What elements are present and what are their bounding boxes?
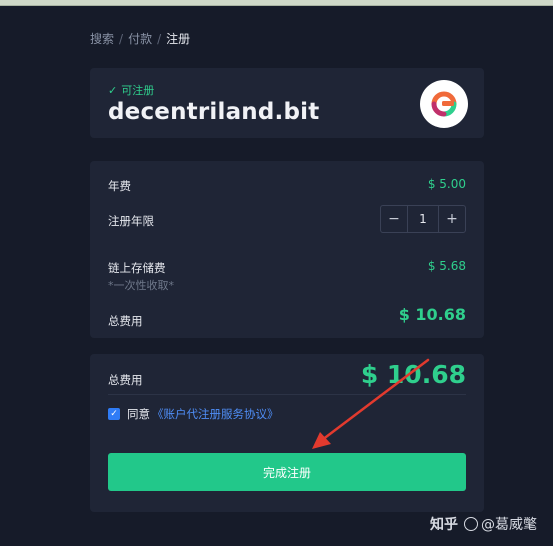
domain-name: decentriland.bit xyxy=(108,99,320,125)
storage-fee-value: $ 5.68 xyxy=(427,259,466,273)
fee-details-card: 年费 $ 5.00 注册年限 − 1 + 链上存储费 $ 5.68 *一次性收取… xyxy=(90,161,484,338)
agreement-row: ✓ 同意 《账户代注册服务协议》 xyxy=(108,406,279,422)
summary-total-value: $ 10.68 xyxy=(360,360,466,389)
decrement-button[interactable]: − xyxy=(381,206,407,232)
breadcrumb-payment[interactable]: 付款 xyxy=(128,32,152,46)
total-fee-label: 总费用 xyxy=(108,314,143,328)
summary-card: 总费用 $ 10.68 ✓ 同意 《账户代注册服务协议》 完成注册 xyxy=(90,354,484,512)
summary-total-label: 总费用 xyxy=(108,373,143,387)
watermark: 知乎 @葛威氅 xyxy=(430,514,537,534)
registration-page: 搜索 / 付款 / 注册 ✓ 可注册 decentriland.bit 年费 $ 5.0… xyxy=(0,6,553,546)
increment-button[interactable]: + xyxy=(439,206,465,232)
breadcrumb-search[interactable]: 搜索 xyxy=(90,32,114,46)
divider xyxy=(108,394,466,395)
bit-logo-icon xyxy=(420,80,468,128)
annual-fee-label: 年费 xyxy=(108,179,131,193)
storage-fee-label: 链上存储费 xyxy=(108,261,166,275)
agreement-checkbox[interactable]: ✓ xyxy=(108,408,120,420)
watermark-site: 知乎 xyxy=(430,517,458,533)
availability-label: 可注册 xyxy=(121,84,155,97)
checkmark-icon: ✓ xyxy=(110,409,118,419)
check-icon: ✓ xyxy=(108,83,118,97)
breadcrumb-separator: / xyxy=(119,32,124,46)
breadcrumb-separator: / xyxy=(157,32,162,46)
breadcrumb: 搜索 / 付款 / 注册 xyxy=(90,30,190,47)
watermark-icon xyxy=(464,517,478,531)
years-stepper: − 1 + xyxy=(380,205,466,233)
agreement-link[interactable]: 《账户代注册服务协议》 xyxy=(152,406,279,422)
years-label: 注册年限 xyxy=(108,214,154,228)
annual-fee-value: $ 5.00 xyxy=(427,177,466,191)
years-value[interactable]: 1 xyxy=(407,206,439,232)
agreement-prefix: 同意 xyxy=(127,407,150,421)
total-fee-value: $ 10.68 xyxy=(398,305,466,324)
breadcrumb-register: 注册 xyxy=(166,32,191,46)
domain-card: ✓ 可注册 decentriland.bit xyxy=(90,68,484,138)
complete-registration-button[interactable]: 完成注册 xyxy=(108,453,466,491)
watermark-author: @葛威氅 xyxy=(481,517,537,533)
availability-status: ✓ 可注册 xyxy=(108,82,154,98)
storage-fee-note: *一次性收取* xyxy=(108,279,174,292)
bit-logo-graphic xyxy=(431,91,457,117)
